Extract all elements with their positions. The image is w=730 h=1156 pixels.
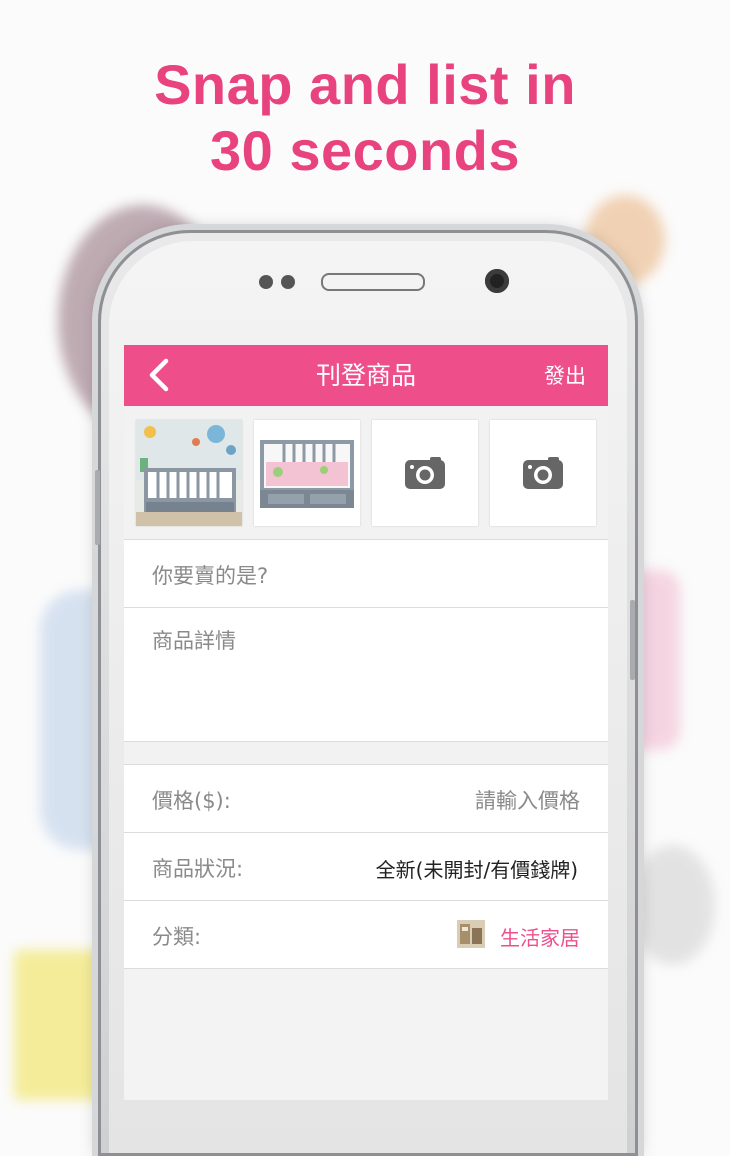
page-title: 刊登商品 [315, 361, 416, 390]
camera-icon [405, 457, 445, 489]
condition-label: 商品狀況: [152, 857, 244, 881]
photo-thumb-crib[interactable] [136, 420, 242, 526]
power-button [630, 600, 635, 680]
photo-strip [124, 406, 608, 540]
add-photo-slot-3[interactable] [372, 420, 478, 526]
app-bar: 刊登商品 發出 [124, 345, 608, 406]
app-screen: 刊登商品 發出 你要賣的是? 商品詳情 價格($): 請輸入價格 商品狀況: 全… [124, 345, 608, 1100]
light-sensor [281, 275, 295, 289]
headline-line-2: 30 seconds [209, 119, 521, 182]
background-book [14, 950, 104, 1100]
earpiece-speaker [321, 273, 425, 291]
submit-button[interactable]: 發出 [544, 345, 586, 408]
category-thumbnail-icon [457, 920, 485, 948]
category-value[interactable]: 生活家居 [500, 922, 580, 951]
headline-line-1: Snap and list in [154, 53, 576, 116]
camera-icon [523, 457, 563, 489]
condition-row[interactable]: 商品狀況: 全新(未開封/有價錢牌) [124, 833, 608, 901]
front-camera [485, 269, 509, 293]
price-row[interactable]: 價格($): 請輸入價格 [124, 765, 608, 833]
price-label: 價格($): [152, 789, 231, 813]
item-details-field[interactable]: 商品詳情 [124, 608, 608, 742]
price-input[interactable]: 請輸入價格 [475, 785, 580, 815]
proximity-sensor [259, 275, 273, 289]
volume-button [95, 470, 100, 545]
photo-thumb-bed[interactable] [254, 420, 360, 526]
item-title-field[interactable]: 你要賣的是? [124, 540, 608, 608]
condition-value[interactable]: 全新(未開封/有價錢牌) [376, 854, 578, 883]
background-plush [630, 845, 715, 965]
item-title-placeholder: 你要賣的是? [152, 564, 269, 588]
category-row[interactable]: 分類: 生活家居 [124, 901, 608, 969]
section-divider [124, 742, 608, 765]
add-photo-slot-4[interactable] [490, 420, 596, 526]
promo-headline: Snap and list in 30 seconds [0, 52, 730, 184]
category-label: 分類: [152, 925, 202, 949]
item-details-placeholder: 商品詳情 [152, 629, 236, 653]
